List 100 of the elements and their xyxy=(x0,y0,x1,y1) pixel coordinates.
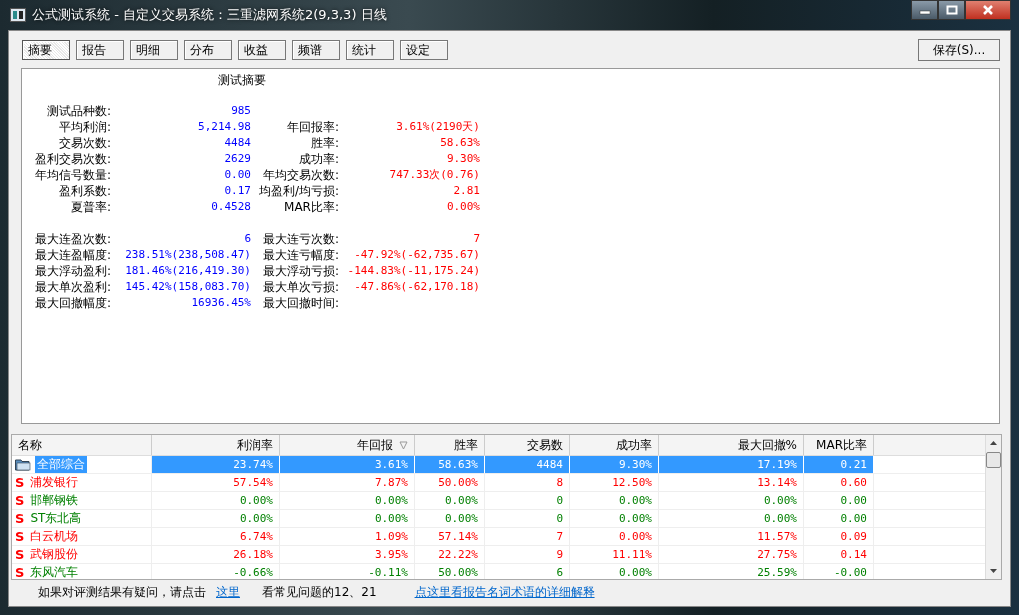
stock-marker: S xyxy=(15,492,25,509)
stock-name[interactable]: 东风汽车 xyxy=(28,564,81,579)
stat-label: 最大浮动亏损: xyxy=(261,263,339,279)
table-cell: 50.00% xyxy=(415,564,485,579)
stat-value: -47.86%(-62,170.18) xyxy=(353,279,480,295)
help-text: 如果对评测结果有疑问，请点击 xyxy=(38,583,206,601)
table-cell: 0.00 xyxy=(804,492,874,509)
stat-value: 5,214.98 xyxy=(197,119,251,135)
stat-label: 年回报率: xyxy=(285,119,339,135)
stock-name[interactable]: ST东北高 xyxy=(28,510,84,527)
stat-value: 238.51%(238,508.47) xyxy=(124,247,251,263)
stock-marker: S xyxy=(15,546,25,563)
tab[interactable]: 分布 xyxy=(184,40,232,60)
stock-marker: S xyxy=(15,510,25,527)
stat-label: 最大回撤幅度: xyxy=(33,295,111,311)
stat-value: -47.92%(-62,735.67) xyxy=(353,247,480,263)
app-icon xyxy=(10,8,26,22)
glossary-link[interactable]: 点这里看报告名词术语的详细解释 xyxy=(414,583,595,601)
table-cell: 50.00% xyxy=(415,474,485,491)
table-cell: 58.63% xyxy=(415,456,485,473)
stat-label: 年均交易次数: xyxy=(261,167,339,183)
stock-marker: S xyxy=(15,564,25,579)
maximize-button[interactable] xyxy=(938,0,965,20)
stat-value: 2629 xyxy=(223,151,251,167)
column-header[interactable]: MAR比率 xyxy=(804,435,874,455)
help-link[interactable]: 这里 xyxy=(216,583,240,601)
stat-label: 成功率: xyxy=(297,151,339,167)
table-cell: 0.00% xyxy=(280,492,415,509)
stat-value: 747.33次(0.76) xyxy=(388,167,480,183)
stock-marker: S xyxy=(15,528,25,545)
table-cell: 0.00% xyxy=(280,510,415,527)
table-cell: 0.60 xyxy=(804,474,874,491)
table-cell: 17.19% xyxy=(659,456,804,473)
column-header[interactable]: 名称 xyxy=(12,435,152,455)
table-cell: 7.87% xyxy=(280,474,415,491)
table-cell: 6 xyxy=(485,564,570,579)
column-header[interactable]: 利润率 xyxy=(152,435,280,455)
table-cell: 12.50% xyxy=(570,474,659,491)
table-cell: 0.00% xyxy=(570,528,659,545)
minimize-button[interactable] xyxy=(911,0,938,20)
table-cell: 0.00% xyxy=(415,492,485,509)
table-cell: 0 xyxy=(485,510,570,527)
column-header[interactable]: 交易数 xyxy=(485,435,570,455)
stat-label: 盈利交易次数: xyxy=(33,151,111,167)
table-cell: -0.00 xyxy=(804,564,874,579)
tab[interactable]: 统计 xyxy=(346,40,394,60)
stock-name[interactable]: 浦发银行 xyxy=(28,474,81,491)
scroll-up-icon[interactable] xyxy=(989,440,998,446)
table-cell: 0.00% xyxy=(659,492,804,509)
column-header[interactable]: 成功率 xyxy=(570,435,659,455)
column-header[interactable]: 胜率 xyxy=(415,435,485,455)
table-cell: 9.30% xyxy=(570,456,659,473)
stock-name[interactable]: 武钢股份 xyxy=(28,546,81,563)
table-cell: 9 xyxy=(485,546,570,563)
tab[interactable]: 频谱 xyxy=(292,40,340,60)
column-header[interactable]: 最大回撤% xyxy=(659,435,804,455)
table-cell: 25.59% xyxy=(659,564,804,579)
save-button[interactable]: 保存(S)... xyxy=(918,39,1000,61)
stat-label: 胜率: xyxy=(309,135,339,151)
stock-name[interactable]: 白云机场 xyxy=(28,528,81,545)
stat-label: 最大连盈次数: xyxy=(33,231,111,247)
stat-value: 145.42%(158,083.70) xyxy=(124,279,251,295)
vertical-scrollbar[interactable] xyxy=(985,435,1001,579)
tab[interactable]: 报告 xyxy=(76,40,124,60)
table-cell: 3.61% xyxy=(280,456,415,473)
tab[interactable]: 摘要 xyxy=(22,40,70,60)
table-cell: 0.09 xyxy=(804,528,874,545)
table-cell: 23.74% xyxy=(152,456,280,473)
stat-label: 最大回撤时间: xyxy=(261,295,339,311)
stat-label: 最大单次亏损: xyxy=(261,279,339,295)
table-cell: 0.21 xyxy=(804,456,874,473)
tab[interactable]: 设定 xyxy=(400,40,448,60)
stat-value: 9.30% xyxy=(445,151,480,167)
stat-value: 4484 xyxy=(223,135,251,151)
table-cell: 27.75% xyxy=(659,546,804,563)
tab[interactable]: 明细 xyxy=(130,40,178,60)
column-header[interactable]: 年回报 xyxy=(280,435,415,455)
stat-value: 2.81 xyxy=(452,183,480,199)
maximize-icon xyxy=(945,5,958,15)
table-cell: 0.00% xyxy=(570,492,659,509)
stock-name[interactable]: 邯郸钢铁 xyxy=(28,492,81,509)
table-cell: 22.22% xyxy=(415,546,485,563)
table-cell: 0.00% xyxy=(570,510,659,527)
stat-value: 0.00 xyxy=(223,167,251,183)
table-cell: 0.00% xyxy=(659,510,804,527)
close-button[interactable] xyxy=(965,0,1011,20)
scroll-down-icon[interactable] xyxy=(989,568,998,574)
scroll-thumb[interactable] xyxy=(986,452,1001,468)
close-icon xyxy=(981,5,995,15)
stat-label: 均盈利/均亏损: xyxy=(257,183,339,199)
stat-label: 盈利系数: xyxy=(57,183,111,199)
stat-value: 7 xyxy=(472,231,480,247)
table-cell: -0.11% xyxy=(280,564,415,579)
table-cell: 1.09% xyxy=(280,528,415,545)
tab[interactable]: 收益 xyxy=(238,40,286,60)
table-cell: 3.95% xyxy=(280,546,415,563)
table-cell: 0.00% xyxy=(415,510,485,527)
stat-label: 最大连亏幅度: xyxy=(261,247,339,263)
table-cell: 0.14 xyxy=(804,546,874,563)
stat-value: 0.4528 xyxy=(210,199,251,215)
